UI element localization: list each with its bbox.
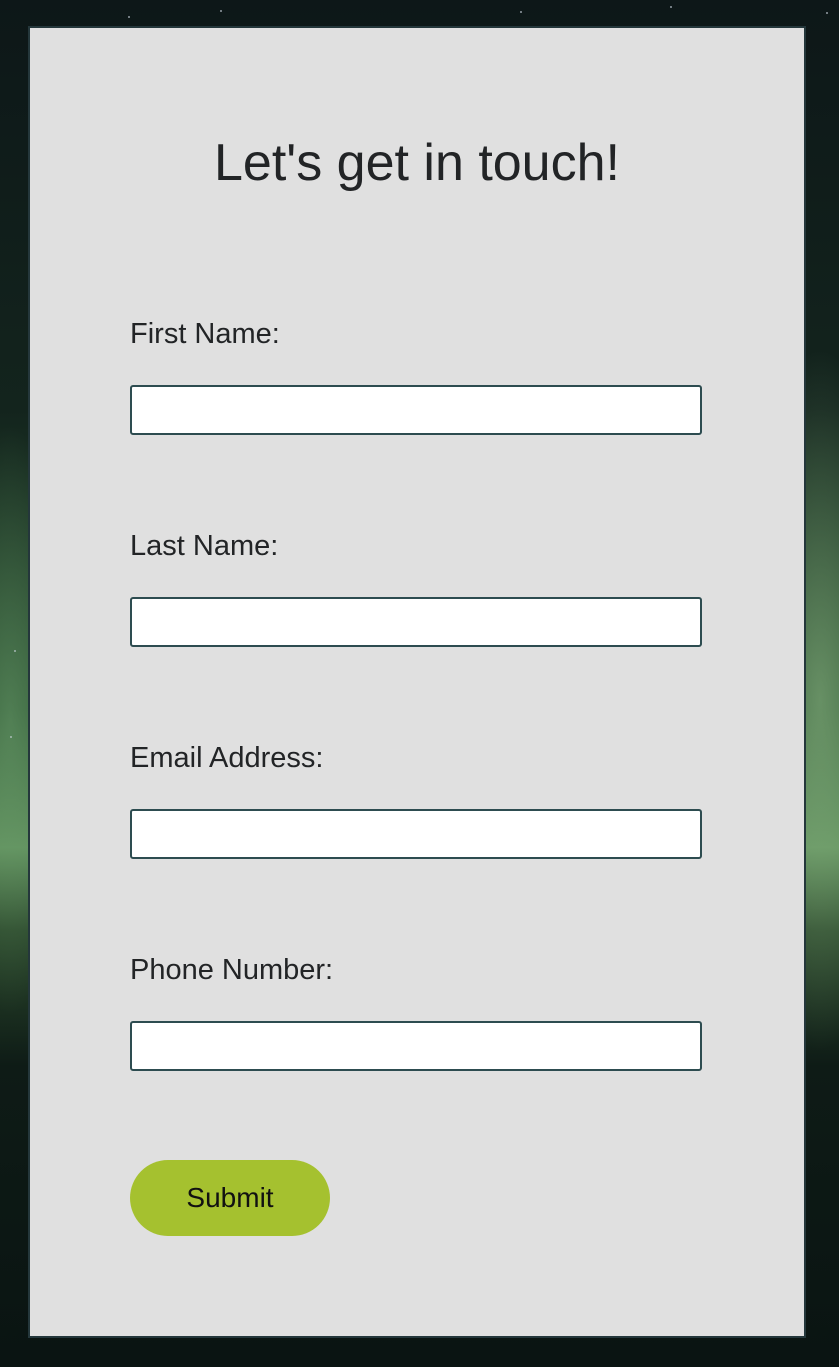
star bbox=[128, 16, 130, 18]
last-name-input[interactable] bbox=[130, 597, 702, 647]
phone-number-label: Phone Number: bbox=[130, 954, 334, 986]
form-title: Let's get in touch! bbox=[214, 134, 620, 192]
email-address-input[interactable] bbox=[130, 809, 702, 859]
star bbox=[10, 736, 12, 738]
last-name-label: Last Name: bbox=[130, 530, 279, 562]
phone-number-input[interactable] bbox=[130, 1021, 702, 1071]
email-address-label: Email Address: bbox=[130, 742, 324, 774]
star bbox=[670, 6, 672, 8]
star bbox=[520, 11, 522, 13]
star bbox=[826, 12, 828, 14]
contact-form-card: Let's get in touch! First Name: Last Nam… bbox=[28, 26, 806, 1338]
submit-button[interactable]: Submit bbox=[130, 1160, 330, 1236]
first-name-label: First Name: bbox=[130, 318, 280, 350]
first-name-input[interactable] bbox=[130, 385, 702, 435]
star bbox=[220, 10, 222, 12]
star bbox=[14, 650, 16, 652]
